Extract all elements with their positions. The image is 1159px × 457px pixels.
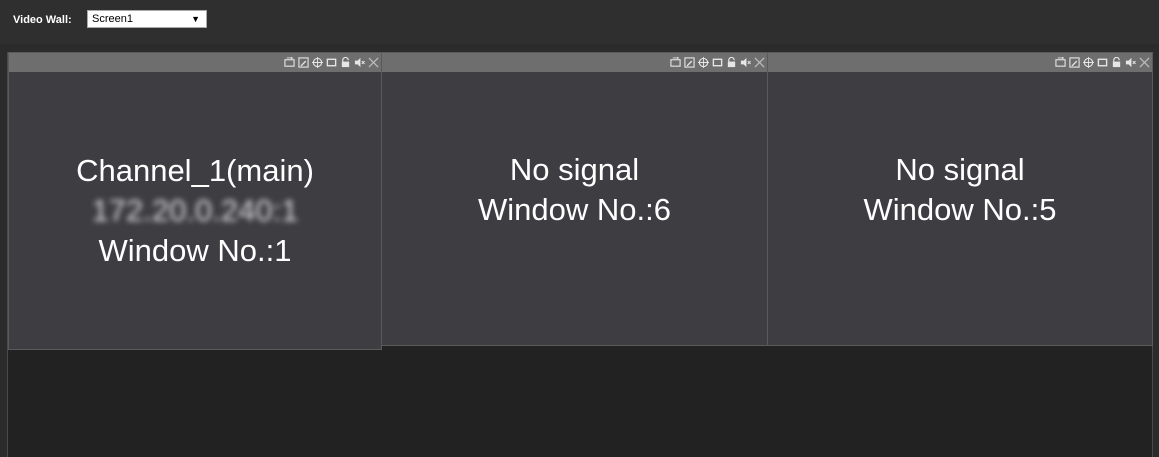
move-icon[interactable] <box>1082 56 1094 68</box>
maximize-icon[interactable] <box>1096 56 1108 68</box>
window-body: No signal Window No.:6 <box>382 72 767 345</box>
lock-icon[interactable] <box>339 56 351 68</box>
top-bar: Video Wall: Screen1 ▼ <box>0 0 1159 44</box>
close-icon[interactable] <box>1138 56 1150 68</box>
channel-name: Channel_1(main) <box>76 152 314 188</box>
lock-icon[interactable] <box>725 56 737 68</box>
swap-icon[interactable] <box>283 56 295 68</box>
screen-select[interactable]: Screen1 ▼ <box>87 10 207 28</box>
signal-status: No signal <box>895 152 1025 187</box>
edit-icon[interactable] <box>1068 56 1080 68</box>
dropdown-arrow-icon: ▼ <box>191 14 200 24</box>
edit-icon[interactable] <box>297 56 309 68</box>
mute-icon[interactable] <box>1124 56 1136 68</box>
window-toolbar <box>1054 56 1150 70</box>
video-window-5[interactable]: No signal Window No.:5 <box>767 52 1153 346</box>
window-number: Window No.:1 <box>98 232 292 268</box>
swap-icon[interactable] <box>1054 56 1066 68</box>
edit-icon[interactable] <box>683 56 695 68</box>
window-body: Channel_1(main) 172.20.0.240:1 Window No… <box>9 72 381 349</box>
window-toolbar <box>283 56 379 70</box>
window-number: Window No.:5 <box>863 192 1057 227</box>
close-icon[interactable] <box>753 56 765 68</box>
video-window-1[interactable]: Channel_1(main) 172.20.0.240:1 Window No… <box>8 52 382 350</box>
mute-icon[interactable] <box>739 56 751 68</box>
lock-icon[interactable] <box>1110 56 1122 68</box>
window-titlebar[interactable] <box>768 53 1152 72</box>
swap-icon[interactable] <box>669 56 681 68</box>
window-number: Window No.:6 <box>478 192 671 227</box>
move-icon[interactable] <box>697 56 709 68</box>
window-titlebar[interactable] <box>9 53 381 72</box>
move-icon[interactable] <box>311 56 323 68</box>
window-toolbar <box>669 56 765 70</box>
screen-select-value: Screen1 <box>92 13 133 25</box>
channel-address: 172.20.0.240:1 <box>91 192 299 228</box>
window-titlebar[interactable] <box>382 53 767 72</box>
video-window-6[interactable]: No signal Window No.:6 <box>381 52 768 346</box>
close-icon[interactable] <box>367 56 379 68</box>
video-wall-canvas[interactable]: Channel_1(main) 172.20.0.240:1 Window No… <box>7 52 1153 457</box>
signal-status: No signal <box>509 152 640 187</box>
maximize-icon[interactable] <box>711 56 723 68</box>
maximize-icon[interactable] <box>325 56 337 68</box>
video-wall-label: Video Wall: <box>13 14 72 26</box>
window-body: No signal Window No.:5 <box>768 72 1152 345</box>
mute-icon[interactable] <box>353 56 365 68</box>
